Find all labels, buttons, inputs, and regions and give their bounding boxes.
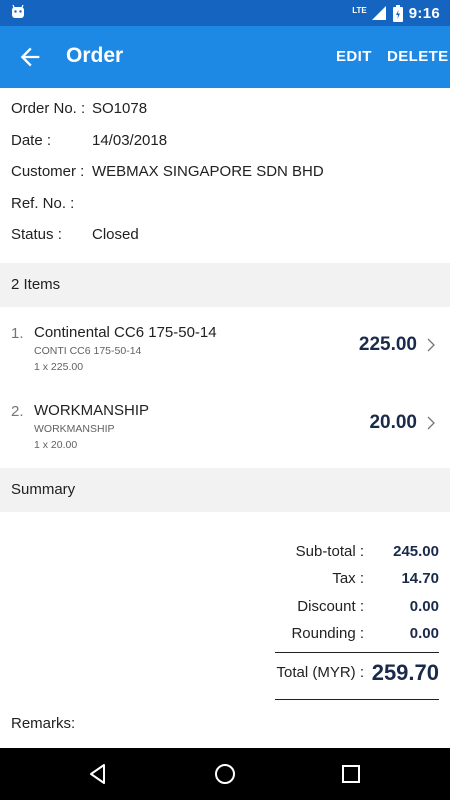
rounding-value: 0.00 [409,625,439,642]
customer-value: WEBMAX SINGAPORE SDN BHD [92,163,324,180]
edit-button[interactable]: EDIT [336,48,372,65]
subtotal-row: Sub-total : 245.00 [0,539,450,567]
tax-row: Tax : 14.70 [0,566,450,594]
item-amount: 20.00 [369,412,417,433]
back-nav-icon[interactable] [86,762,110,786]
summary-title: Summary [11,481,76,498]
navigation-bar [0,748,450,800]
items-section-header: 2 Items [0,263,450,307]
back-arrow-icon[interactable] [16,43,44,71]
date-label: Date : [11,131,52,149]
order-info: Order No. : SO1078 Date : 14/03/2018 Cus… [11,96,441,254]
item-quantity: 1 x 225.00 [34,361,84,373]
item-amount: 225.00 [358,334,417,355]
ref-no-row: Ref. No. : [11,191,441,223]
signal-icon [371,6,386,20]
total-row: Total (MYR) : 259.70 [0,656,450,696]
item-number: 2. [11,403,24,420]
chevron-right-icon [427,338,435,352]
total-divider [275,699,439,700]
list-item[interactable]: 2. WORKMANSHIP WORKMANSHIP 1 x 20.00 20.… [0,392,450,462]
order-no-row: Order No. : SO1078 [11,96,441,128]
status-row: Status : Closed [11,222,441,254]
item-quantity: 1 x 20.00 [34,439,78,451]
page-title: Order [66,44,124,67]
discount-value: 0.00 [409,598,439,615]
status-bar: LTE 9:16 [0,0,450,26]
item-name: WORKMANSHIP [34,402,150,419]
rounding-label: Rounding : [291,625,364,642]
order-no-value: SO1078 [92,100,148,117]
ref-no-label: Ref. No. : [11,194,75,212]
clock-time: 9:16 [408,4,440,22]
status-value: Closed [92,226,139,243]
delete-button[interactable]: DELETE [387,48,449,65]
order-no-label: Order No. : [11,100,86,117]
app-bar: Order EDIT DELETE [0,26,450,88]
chevron-right-icon [427,416,435,430]
tax-value: 14.70 [401,570,439,587]
date-value: 14/03/2018 [92,131,168,149]
total-label: Total (MYR) : [276,664,364,681]
network-type: LTE [352,5,367,15]
tax-label: Tax : [332,570,364,587]
list-item[interactable]: 1. Continental CC6 175-50-14 CONTI CC6 1… [0,314,450,384]
items-count: 2 Items [11,276,61,293]
discount-row: Discount : 0.00 [0,594,450,622]
discount-label: Discount : [297,598,364,615]
summary-section-header: Summary [0,468,450,512]
customer-label: Customer : [11,163,85,180]
subtotal-value: 245.00 [393,543,439,560]
remarks-label: Remarks: [11,715,76,732]
item-number: 1. [11,325,24,342]
battery-icon [392,4,403,22]
android-icon [12,4,24,18]
rounding-row: Rounding : 0.00 [0,621,450,649]
customer-row: Customer : WEBMAX SINGAPORE SDN BHD [11,159,441,191]
item-code: CONTI CC6 175-50-14 [34,345,142,357]
recents-nav-icon[interactable] [339,762,363,786]
item-code: WORKMANSHIP [34,423,115,435]
total-value: 259.70 [371,660,439,685]
summary-divider [275,652,439,653]
home-nav-icon[interactable] [213,762,237,786]
item-name: Continental CC6 175-50-14 [34,324,217,341]
date-row: Date : 14/03/2018 [11,128,441,160]
subtotal-label: Sub-total : [295,543,364,560]
status-label: Status : [11,226,62,243]
